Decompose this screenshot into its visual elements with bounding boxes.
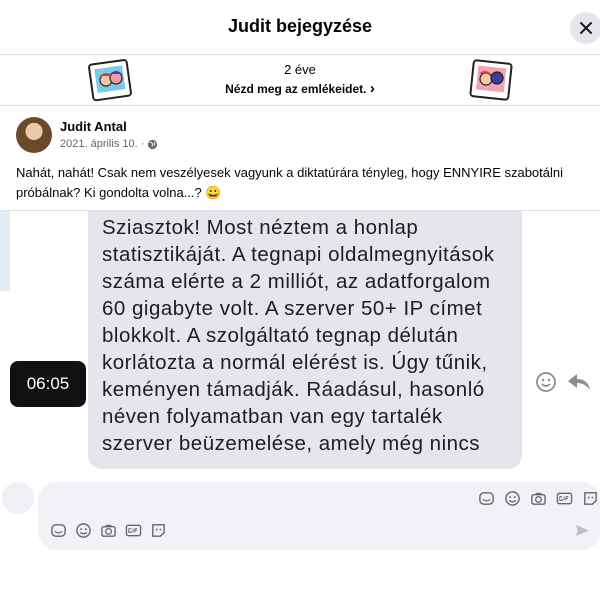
react-smiley-icon[interactable] xyxy=(535,371,557,393)
emoji-icon[interactable] xyxy=(75,522,92,539)
post-meta: 2021. április 10. · xyxy=(60,138,158,150)
post-text: Nahát, nahát! Csak nem veszélyesek vagyu… xyxy=(16,165,564,200)
message-timestamp: 06:05 xyxy=(10,361,86,407)
see-memories-label: Nézd meg az emlékeidet. xyxy=(225,82,367,96)
avatar-sticker-icon[interactable] xyxy=(582,490,599,507)
sticker-icon[interactable] xyxy=(50,522,67,539)
memories-bar: 2 éve Nézd meg az emlékeidet. › xyxy=(0,55,600,106)
gif-icon[interactable] xyxy=(556,490,573,507)
close-button[interactable] xyxy=(570,12,600,44)
media-edge xyxy=(0,211,10,291)
avatar[interactable] xyxy=(16,117,52,153)
message-text: Sziasztok! Most néztem a honlap statiszt… xyxy=(102,216,495,455)
emoji-icon[interactable] xyxy=(504,490,521,507)
post-media[interactable]: Sziasztok! Most néztem a honlap statiszt… xyxy=(0,211,600,469)
privacy-globe-icon[interactable] xyxy=(147,139,158,150)
chevron-right-icon: › xyxy=(369,80,375,97)
dialog-header: Judit bejegyzése xyxy=(0,0,600,55)
camera-icon[interactable] xyxy=(530,490,547,507)
sticker-icon[interactable] xyxy=(478,490,495,507)
send-icon[interactable] xyxy=(574,522,591,539)
kiss-sticker-icon xyxy=(469,59,513,101)
post-date[interactable]: 2021. április 10. · xyxy=(60,138,144,150)
gif-icon[interactable] xyxy=(125,522,142,539)
camera-icon[interactable] xyxy=(100,522,117,539)
avatar-sticker-icon[interactable] xyxy=(150,522,167,539)
reply-arrow-icon[interactable] xyxy=(566,371,592,393)
message-bubble: Sziasztok! Most néztem a honlap statiszt… xyxy=(88,211,522,469)
commenter-avatar xyxy=(2,482,34,514)
close-icon xyxy=(580,22,592,34)
post-author[interactable]: Judit Antal xyxy=(60,119,127,134)
dialog-title: Judit bejegyzése xyxy=(227,16,373,36)
post-card: Judit Antal 2021. április 10. · Nahát, n… xyxy=(0,106,600,211)
comment-input[interactable] xyxy=(38,482,600,550)
